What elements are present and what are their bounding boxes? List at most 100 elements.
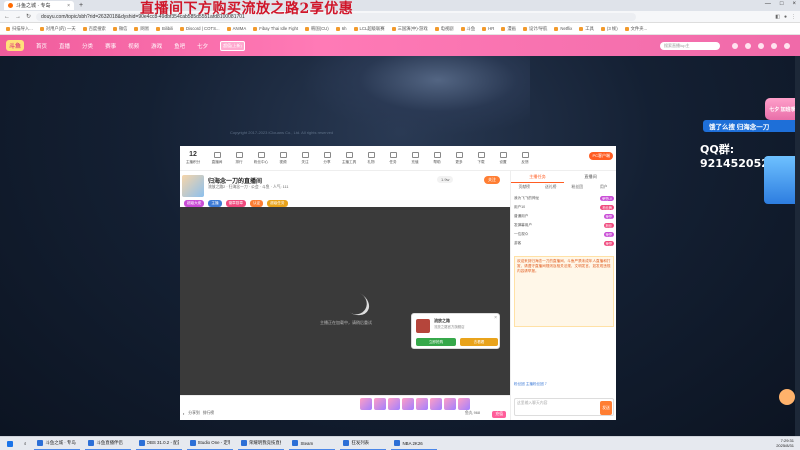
bookmark-item[interactable]: 扫描导入... bbox=[6, 26, 33, 32]
bookmark-item[interactable]: 文件夹... bbox=[624, 26, 647, 32]
site-search-input[interactable]: 搜索直播/up主 bbox=[660, 41, 720, 50]
taskbar-app[interactable]: 狂发列表 bbox=[340, 438, 387, 450]
bookmark-item[interactable]: Fibay Thai Idle Fight bbox=[253, 26, 298, 31]
search-icon[interactable]: ⌕ bbox=[21, 438, 29, 450]
gift-item[interactable] bbox=[360, 398, 372, 410]
view-product-button[interactable]: 去看看 bbox=[460, 338, 498, 346]
user-row[interactable]: 一位观众 荣誉 bbox=[514, 230, 614, 238]
menu-icon[interactable]: ⋮ bbox=[791, 14, 796, 20]
toolbar-item[interactable]: 礼物 bbox=[360, 151, 382, 165]
subtab-gift[interactable]: 送礼榜 bbox=[538, 183, 565, 192]
taskbar-app[interactable]: Studio One - 定制... bbox=[187, 438, 234, 450]
bookmark-item[interactable]: ANIMA bbox=[226, 26, 246, 31]
taskbar-app[interactable]: 斗鱼之城 · 专岛 bbox=[34, 438, 81, 450]
toolbar-item[interactable]: 充值 bbox=[404, 151, 426, 165]
subtab-contribution[interactable]: 贡献榜 bbox=[511, 183, 538, 192]
user-avatar-icon[interactable] bbox=[784, 42, 790, 49]
bookmark-item[interactable]: 电视剧 bbox=[434, 26, 454, 32]
toolbar-item[interactable]: 视频 bbox=[272, 151, 294, 165]
send-button[interactable]: 发送 bbox=[600, 401, 612, 415]
share-label[interactable]: 分享到 bbox=[188, 411, 199, 416]
reload-icon[interactable]: ↻ bbox=[26, 13, 31, 20]
subtab-users[interactable]: 用户 bbox=[591, 183, 618, 192]
toolbar-item[interactable]: 下载 bbox=[470, 151, 492, 165]
gift-item[interactable] bbox=[388, 398, 400, 410]
nav-home[interactable]: 首页 bbox=[36, 42, 47, 50]
bookmark-item[interactable]: Bilibili bbox=[156, 26, 173, 31]
bookmark-item[interactable]: 设计/导航 bbox=[522, 26, 547, 32]
toolbar-item[interactable]: 反馈 bbox=[514, 151, 536, 165]
pc-client-button[interactable]: PC客户端 bbox=[589, 152, 613, 160]
toolbar-item[interactable]: 分享 bbox=[316, 151, 338, 165]
floating-assistant-icon[interactable] bbox=[779, 389, 795, 405]
nav-category[interactable]: 分类 bbox=[82, 42, 93, 50]
host-tag[interactable]: 超级任务 bbox=[267, 200, 288, 207]
subtab-fans[interactable]: 粉丝团 bbox=[564, 183, 591, 192]
nav-fishbar[interactable]: 鱼吧 bbox=[174, 42, 185, 50]
extensions-icon[interactable]: ◧ bbox=[775, 14, 780, 20]
nav-video[interactable]: 视频 bbox=[128, 42, 139, 50]
douyu-logo[interactable]: 斗鱼 bbox=[6, 40, 25, 51]
toolbar-item[interactable]: 排行 bbox=[228, 151, 250, 165]
taskbar-app[interactable]: Steam bbox=[289, 438, 336, 450]
bookmark-item[interactable]: LCL超级联赛 bbox=[353, 26, 385, 32]
charge-button[interactable]: 充值 bbox=[492, 411, 506, 418]
nav-qixi[interactable]: 七夕 bbox=[197, 42, 208, 50]
bookmark-item[interactable]: 斗鱼 bbox=[460, 26, 475, 32]
taskbar-app[interactable]: OBS 31.0.2 - 配置... bbox=[136, 438, 183, 450]
promo-badge[interactable]: 超值(上新) bbox=[220, 40, 245, 51]
toolbar-item[interactable]: 主播工具 bbox=[338, 151, 360, 165]
follow-button[interactable]: 关注 bbox=[484, 176, 500, 184]
bookmark-item[interactable]: 三国演(中)-游戏 bbox=[391, 26, 428, 32]
toolbar-item[interactable]: 任务 bbox=[382, 151, 404, 165]
close-window-icon[interactable]: × bbox=[792, 1, 796, 7]
bookmark-item[interactable]: 对用户(的) 一天 bbox=[39, 26, 76, 32]
taskbar-app[interactable]: 荣耀明我竞技直播 bbox=[238, 438, 285, 450]
host-tag[interactable]: 徽章勋章 bbox=[225, 200, 246, 207]
user-row[interactable]: 用户10 粉丝牌 bbox=[514, 203, 614, 211]
page-scrollbar[interactable] bbox=[795, 56, 800, 436]
user-row[interactable]: 我为飞飞的神龙 荣誉LV bbox=[514, 194, 614, 202]
bookmark-item[interactable]: 6h bbox=[335, 26, 347, 31]
gift-item[interactable] bbox=[416, 398, 428, 410]
nav-games[interactable]: 游戏 bbox=[151, 42, 162, 50]
bookmark-item[interactable]: 漫画 bbox=[501, 26, 516, 32]
nav-events[interactable]: 赛事 bbox=[105, 42, 116, 50]
toolbar-item[interactable]: 粉丝中心 bbox=[250, 151, 272, 165]
message-icon[interactable] bbox=[758, 42, 764, 49]
gift-item[interactable] bbox=[402, 398, 414, 410]
taskbar-app[interactable]: NBA 2K26 bbox=[391, 438, 438, 450]
buy-now-button[interactable]: 立即抢购 bbox=[416, 338, 456, 346]
forward-icon[interactable]: → bbox=[15, 14, 21, 20]
browser-tab[interactable]: 斗鱼之城 · 专岛 × bbox=[4, 1, 74, 10]
toolbar-item[interactable]: 12 主播积分 bbox=[180, 151, 206, 165]
user-row[interactable]: 普通用户 荣誉 bbox=[514, 212, 614, 220]
bookmark-item[interactable]: 百度搜索 bbox=[82, 26, 106, 32]
host-avatar[interactable] bbox=[182, 175, 204, 197]
bookmark-item[interactable]: 韩国(CU) bbox=[305, 26, 329, 32]
toolbar-item[interactable]: 更多 bbox=[448, 151, 470, 165]
close-popup-icon[interactable]: × bbox=[494, 315, 497, 321]
maximize-icon[interactable]: □ bbox=[780, 1, 784, 7]
user-row[interactable]: 发弹幕用户 粉丝 bbox=[514, 221, 614, 229]
chat-input[interactable]: 这里输入聊天内容 bbox=[514, 398, 614, 416]
clock[interactable]: 7:29:31 2025/8/31 bbox=[776, 438, 794, 448]
minimize-icon[interactable]: — bbox=[765, 1, 771, 7]
bookmark-item[interactable]: Netflix bbox=[554, 26, 572, 31]
host-tag[interactable]: 认证 bbox=[249, 200, 264, 207]
bookmark-item[interactable]: (3 帧) bbox=[600, 26, 618, 32]
bookmark-item[interactable]: 微信 bbox=[112, 26, 127, 32]
user-row[interactable]: 游客 荣誉 bbox=[514, 239, 614, 247]
fans-club-bar[interactable]: 粉丝团 主播粉丝团 7 bbox=[514, 382, 547, 387]
tab-live-room[interactable]: 直播间 bbox=[564, 171, 617, 183]
nav-live[interactable]: 直播 bbox=[59, 42, 70, 50]
tab-host-tasks[interactable]: 主播任务 bbox=[511, 171, 564, 183]
rank-label[interactable]: 排行榜 bbox=[203, 411, 214, 416]
toolbar-item[interactable]: 设置 bbox=[492, 151, 514, 165]
bind-promo-button[interactable]: 饿了么搜 归海念一刀 bbox=[703, 120, 798, 132]
history-icon[interactable] bbox=[732, 42, 738, 49]
gift-item[interactable] bbox=[430, 398, 442, 410]
bookmark-item[interactable]: 工具 bbox=[579, 26, 594, 32]
bookmark-item[interactable]: 网易 bbox=[134, 26, 149, 32]
new-tab-button[interactable]: + bbox=[79, 2, 83, 9]
